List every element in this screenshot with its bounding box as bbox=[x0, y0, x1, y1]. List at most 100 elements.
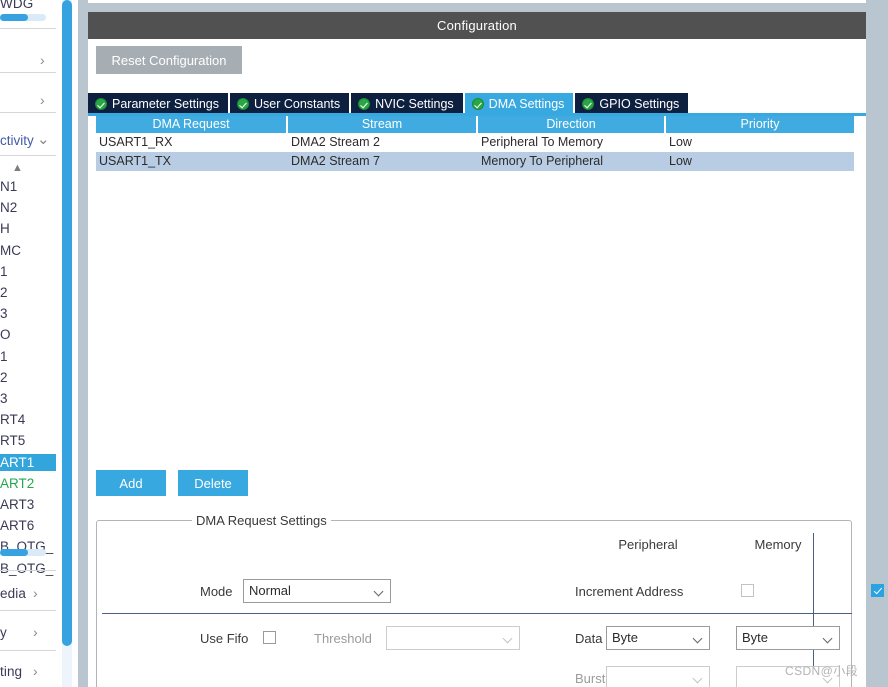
table-cell: USART1_RX bbox=[99, 135, 173, 149]
sidebar-section-computing[interactable]: ting bbox=[0, 664, 22, 679]
table-header-row: DMA Request Stream Direction Priority bbox=[96, 116, 854, 133]
tab-label: DMA Settings bbox=[488, 97, 565, 111]
panel-top-edge bbox=[88, 0, 866, 3]
sidebar-section-multimedia[interactable]: edia bbox=[0, 586, 26, 601]
sidebar-peripheral-item[interactable]: RT4 bbox=[0, 411, 56, 428]
sidebar-peripheral-item[interactable]: N1 bbox=[0, 178, 56, 195]
sidebar-scrollbar[interactable] bbox=[56, 0, 78, 687]
tab-user-constants[interactable]: User Constants bbox=[230, 93, 350, 115]
check-circle-icon bbox=[471, 98, 484, 110]
sidebar-peripheral-label: H bbox=[0, 221, 10, 237]
reset-configuration-button[interactable]: Reset Configuration bbox=[96, 46, 242, 74]
delete-button[interactable]: Delete bbox=[178, 470, 248, 496]
sidebar-peripheral-item[interactable]: ART6 bbox=[0, 517, 56, 534]
sidebar-peripheral-item[interactable]: 2 bbox=[0, 369, 56, 386]
table-cell: Peripheral To Memory bbox=[481, 135, 604, 149]
sidebar-divider bbox=[0, 112, 56, 113]
sidebar-progress-fill-bottom bbox=[0, 549, 28, 556]
table-cell: DMA2 Stream 2 bbox=[291, 135, 380, 149]
settings-vertical-divider bbox=[813, 533, 814, 687]
sidebar-peripheral-label: ART3 bbox=[0, 497, 35, 512]
table-column-header[interactable]: DMA Request bbox=[96, 116, 288, 133]
chevron-right-icon[interactable]: › bbox=[33, 663, 38, 679]
sidebar-peripheral-label: 2 bbox=[0, 369, 8, 385]
sidebar-peripheral-item[interactable]: RT5 bbox=[0, 432, 56, 449]
increment-address-peripheral-checkbox[interactable] bbox=[741, 584, 754, 597]
use-fifo-checkbox[interactable] bbox=[263, 631, 276, 644]
table-row[interactable]: USART1_TX DMA2 Stream 7 Memory To Peripher… bbox=[96, 152, 854, 171]
data-width-peripheral-select[interactable]: Byte bbox=[606, 626, 710, 650]
configuration-panel: Configuration Reset Configuration Parame… bbox=[88, 12, 884, 687]
sidebar-divider bbox=[0, 570, 56, 571]
table-column-header[interactable]: Direction bbox=[478, 116, 666, 133]
table-cell: DMA2 Stream 7 bbox=[291, 154, 380, 168]
sidebar-peripheral-item[interactable]: 1 bbox=[0, 348, 56, 365]
table-cell: Low bbox=[669, 135, 692, 149]
sidebar-truncated-item-wdg[interactable]: WDG bbox=[0, 0, 33, 11]
sidebar-peripheral-item[interactable]: ART3 bbox=[0, 496, 56, 513]
sidebar-peripheral-item[interactable]: H bbox=[0, 220, 56, 237]
table-column-header[interactable]: Stream bbox=[288, 116, 478, 133]
sidebar-peripheral-item[interactable]: 3 bbox=[0, 305, 56, 322]
sidebar-peripheral-item[interactable]: ART1 bbox=[0, 453, 56, 471]
sidebar-section-security[interactable]: y bbox=[0, 625, 7, 640]
chevron-down-icon[interactable]: ⌄ bbox=[37, 130, 50, 148]
threshold-label: Threshold bbox=[314, 631, 372, 646]
peripheral-sidebar: WDG › › ctivity ⌄ ▲ N1 N2 H MC 1 2 3 O 1 2 3 RT4 RT5… bbox=[0, 0, 56, 687]
chevron-down-icon bbox=[824, 675, 832, 683]
sidebar-peripheral-label: RT5 bbox=[0, 433, 26, 449]
sidebar-peripheral-item[interactable]: B_OTG_ bbox=[0, 560, 56, 577]
app-window: WDG › › ctivity ⌄ ▲ N1 N2 H MC 1 2 3 O 1 2 3 RT4 RT5… bbox=[0, 0, 888, 687]
sidebar-peripheral-item[interactable]: ART2 bbox=[0, 475, 56, 492]
dma-request-settings-legend: DMA Request Settings bbox=[192, 513, 331, 528]
sidebar-divider bbox=[0, 650, 56, 651]
sidebar-peripheral-label: 1 bbox=[0, 348, 8, 364]
sidebar-peripheral-item[interactable]: 1 bbox=[0, 263, 56, 280]
increment-address-memory-checkbox[interactable] bbox=[871, 584, 884, 597]
table-empty-area[interactable] bbox=[96, 172, 854, 472]
threshold-select[interactable] bbox=[386, 626, 520, 650]
sidebar-peripheral-label: 1 bbox=[0, 263, 8, 279]
increment-address-label: Increment Address bbox=[575, 584, 684, 599]
sidebar-peripheral-item[interactable]: 2 bbox=[0, 284, 56, 301]
add-button[interactable]: Add bbox=[96, 470, 166, 496]
check-circle-icon bbox=[358, 98, 371, 110]
tab-label: User Constants bbox=[254, 97, 341, 111]
chevron-right-icon[interactable]: › bbox=[40, 52, 45, 68]
table-row[interactable]: USART1_RX DMA2 Stream 2 Peripheral To Memo… bbox=[96, 133, 854, 152]
burst-size-memory-select[interactable] bbox=[736, 666, 840, 687]
chevron-right-icon[interactable]: › bbox=[33, 585, 38, 601]
tab-label: GPIO Settings bbox=[599, 97, 680, 111]
configuration-title: Configuration bbox=[88, 12, 866, 39]
chevron-right-icon[interactable]: › bbox=[33, 624, 38, 640]
data-width-memory-value: Byte bbox=[742, 630, 769, 645]
sidebar-peripheral-label: N2 bbox=[0, 200, 18, 216]
tab-dma-settings[interactable]: DMA Settings bbox=[464, 93, 574, 115]
table-body: USART1_RX DMA2 Stream 2 Peripheral To Memo… bbox=[96, 133, 854, 171]
column-header-peripheral: Peripheral bbox=[618, 537, 678, 552]
sidebar-peripheral-label: ART2 bbox=[0, 475, 35, 491]
check-circle-icon bbox=[237, 98, 249, 110]
data-width-memory-select[interactable]: Byte bbox=[736, 626, 840, 650]
mode-select[interactable]: Normal bbox=[243, 579, 391, 603]
sidebar-peripheral-label: RT4 bbox=[0, 412, 26, 428]
check-circle-icon bbox=[95, 98, 107, 110]
table-column-header[interactable]: Priority bbox=[666, 116, 854, 133]
tab-gpio-settings[interactable]: GPIO Settings bbox=[575, 93, 689, 115]
mode-select-value: Normal bbox=[249, 583, 291, 598]
chevron-right-icon[interactable]: › bbox=[40, 92, 45, 108]
data-width-peripheral-value: Byte bbox=[612, 630, 639, 645]
sidebar-peripheral-item[interactable]: MC bbox=[0, 242, 56, 259]
scroll-up-icon[interactable]: ▲ bbox=[12, 162, 23, 174]
chevron-down-icon bbox=[694, 635, 702, 643]
sidebar-peripheral-item[interactable]: N2 bbox=[0, 199, 56, 216]
tab-parameter-settings[interactable]: Parameter Settings bbox=[88, 93, 228, 115]
table-cell: Memory To Peripheral bbox=[481, 154, 604, 168]
use-fifo-label: Use Fifo bbox=[200, 631, 249, 646]
sidebar-section-connectivity[interactable]: ctivity bbox=[0, 133, 34, 148]
sidebar-peripheral-item[interactable]: O bbox=[0, 326, 56, 343]
tab-nvic-settings[interactable]: NVIC Settings bbox=[351, 93, 463, 115]
sidebar-peripheral-item[interactable]: 3 bbox=[0, 390, 56, 407]
burst-size-peripheral-select[interactable] bbox=[606, 666, 710, 687]
sidebar-scrollbar-thumb[interactable] bbox=[62, 0, 72, 646]
